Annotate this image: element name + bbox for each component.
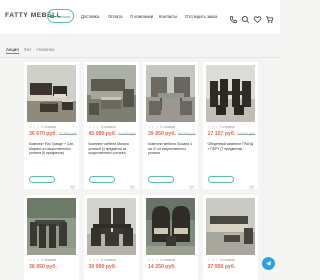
reviews-count[interactable]: 0 отзывов: [41, 258, 56, 262]
product-tabs: Акция Хит Новинка: [6, 47, 55, 54]
add-to-cart-button[interactable]: [88, 176, 115, 183]
product-image[interactable]: [146, 198, 195, 255]
tabs-divider: [0, 57, 280, 58]
old-price: 56 929 руб.: [177, 132, 196, 136]
tab-new[interactable]: Новинка: [37, 47, 55, 54]
product-card[interactable]: ☆ ☆ ☆ 0 отзывов 45 080 руб. 64 400 руб. К…: [83, 62, 139, 190]
cart-icon[interactable]: [265, 11, 274, 24]
product-card[interactable]: ☆ ☆ ☆ 0 отзывов 36 990 руб.: [83, 195, 139, 280]
tab-sale[interactable]: Акция: [6, 47, 19, 54]
product-title[interactable]: Комплект Рио Гранде + Сан-Марино из иску…: [29, 142, 76, 156]
product-title[interactable]: Комплект мебели Тоскана 4 на 4+ из искус…: [148, 142, 195, 156]
heart-icon[interactable]: [70, 177, 75, 190]
telegram-icon: [265, 261, 272, 266]
reviews-count[interactable]: 0 отзывов: [160, 258, 175, 262]
product-price: 45 080 руб. 64 400 руб.: [88, 131, 137, 137]
site-header: FATTY MEBELL Каталог Доставка Оплата О к…: [0, 0, 280, 34]
product-meta: ☆ ☆ ☆ 0 отзывов: [148, 125, 175, 129]
product-meta: ☆ ☆ ☆ 0 отзывов: [89, 125, 116, 129]
product-title[interactable]: Комплект мебели Мальта угловой (4 предме…: [89, 142, 136, 156]
product-card[interactable]: ☆ ☆ ☆ 0 отзывов 14 250 руб.: [143, 195, 198, 280]
tab-hit[interactable]: Хит: [24, 47, 32, 54]
nav-contacts[interactable]: Контакты: [159, 14, 177, 19]
product-card[interactable]: ☆ ☆ ☆ 0 отзывов 38 950 руб.: [24, 195, 79, 280]
nav-payment[interactable]: Оплата: [108, 14, 122, 19]
rating-stars: ☆ ☆ ☆: [148, 258, 159, 262]
phone-icon[interactable]: [229, 11, 238, 24]
catalog-button-label: Каталог: [56, 13, 71, 19]
product-price: 27 950 руб.: [207, 264, 236, 270]
product-image[interactable]: [205, 198, 255, 255]
product-title[interactable]: Обеденный комплект ГРАНД + ПЕРУ (7 предм…: [208, 142, 255, 151]
telegram-button[interactable]: [262, 257, 275, 270]
product-meta: ☆ ☆ ☆ 0 отзывов: [29, 258, 56, 262]
heart-icon[interactable]: [248, 177, 254, 190]
rating-stars: ☆ ☆ ☆: [88, 125, 99, 129]
reviews-count[interactable]: 0 отзывов: [160, 125, 175, 129]
product-image[interactable]: [86, 65, 136, 122]
rating-stars: ☆ ☆ ☆: [148, 125, 159, 129]
product-price: 14 250 руб.: [148, 264, 176, 270]
product-image[interactable]: [27, 65, 76, 122]
old-price: 64 400 руб.: [118, 132, 137, 136]
product-meta: ☆ ☆ ☆ 0 отзывов: [208, 258, 235, 262]
product-price: 36 670 руб. 52 386 руб.: [29, 131, 77, 137]
reviews-count[interactable]: 0 отзывов: [220, 125, 235, 129]
product-image[interactable]: [146, 65, 195, 122]
add-to-cart-button[interactable]: [148, 176, 174, 183]
product-card[interactable]: ☆ ☆ ☆ 0 отзывов 27 950 руб.: [202, 195, 258, 280]
card-actions: [29, 176, 75, 190]
product-grid: ☆ ☆ ☆ 0 отзывов 36 670 руб. 52 386 руб. К…: [24, 62, 258, 280]
old-price: 24 510 руб.: [237, 132, 256, 136]
product-card[interactable]: ☆ ☆ ☆ 0 отзывов 39 850 руб. 56 929 руб. К…: [143, 62, 198, 190]
nav-about[interactable]: О компании: [130, 14, 153, 19]
product-meta: ☆ ☆ ☆ 0 отзывов: [29, 125, 56, 129]
product-image[interactable]: [86, 198, 136, 255]
product-card[interactable]: ☆ ☆ ☆ 0 отзывов 36 670 руб. 52 386 руб. К…: [24, 62, 79, 190]
product-price: 36 990 руб.: [88, 264, 117, 270]
product-card[interactable]: ☆ ☆ ☆ 0 отзывов 17 157 руб. 24 510 руб. О…: [202, 62, 258, 190]
nav-delivery[interactable]: Доставка: [81, 14, 99, 19]
product-price: 38 950 руб.: [29, 264, 57, 270]
product-price: 17 157 руб. 24 510 руб.: [207, 131, 256, 137]
heart-icon[interactable]: [129, 177, 135, 190]
heart-icon[interactable]: [253, 11, 262, 23]
catalog-button[interactable]: Каталог: [47, 9, 74, 23]
burger-icon: [50, 14, 55, 18]
reviews-count[interactable]: 0 отзывов: [41, 125, 56, 129]
card-actions: [207, 176, 254, 190]
add-to-cart-button[interactable]: [29, 176, 55, 183]
rating-stars: ☆ ☆ ☆: [88, 258, 99, 262]
rating-stars: ☆ ☆ ☆: [29, 258, 40, 262]
reviews-count[interactable]: 0 отзывов: [101, 258, 116, 262]
card-actions: [148, 176, 194, 190]
product-meta: ☆ ☆ ☆ 0 отзывов: [148, 258, 175, 262]
old-price: 52 386 руб.: [58, 132, 77, 136]
rating-stars: ☆ ☆ ☆: [207, 125, 218, 129]
reviews-count[interactable]: 0 отзывов: [101, 125, 116, 129]
add-to-cart-button[interactable]: [207, 176, 234, 183]
nav-track-order[interactable]: Отследить заказ: [185, 14, 217, 19]
product-meta: ☆ ☆ ☆ 0 отзывов: [89, 258, 116, 262]
rating-stars: ☆ ☆ ☆: [29, 125, 40, 129]
reviews-count[interactable]: 0 отзывов: [220, 258, 235, 262]
heart-icon[interactable]: [189, 177, 194, 190]
product-image[interactable]: [205, 65, 255, 122]
rating-stars: ☆ ☆ ☆: [207, 258, 218, 262]
product-image[interactable]: [27, 198, 76, 255]
product-price: 39 850 руб. 56 929 руб.: [148, 131, 196, 137]
search-icon[interactable]: [241, 11, 250, 24]
product-meta: ☆ ☆ ☆ 0 отзывов: [208, 125, 235, 129]
card-actions: [88, 176, 135, 190]
